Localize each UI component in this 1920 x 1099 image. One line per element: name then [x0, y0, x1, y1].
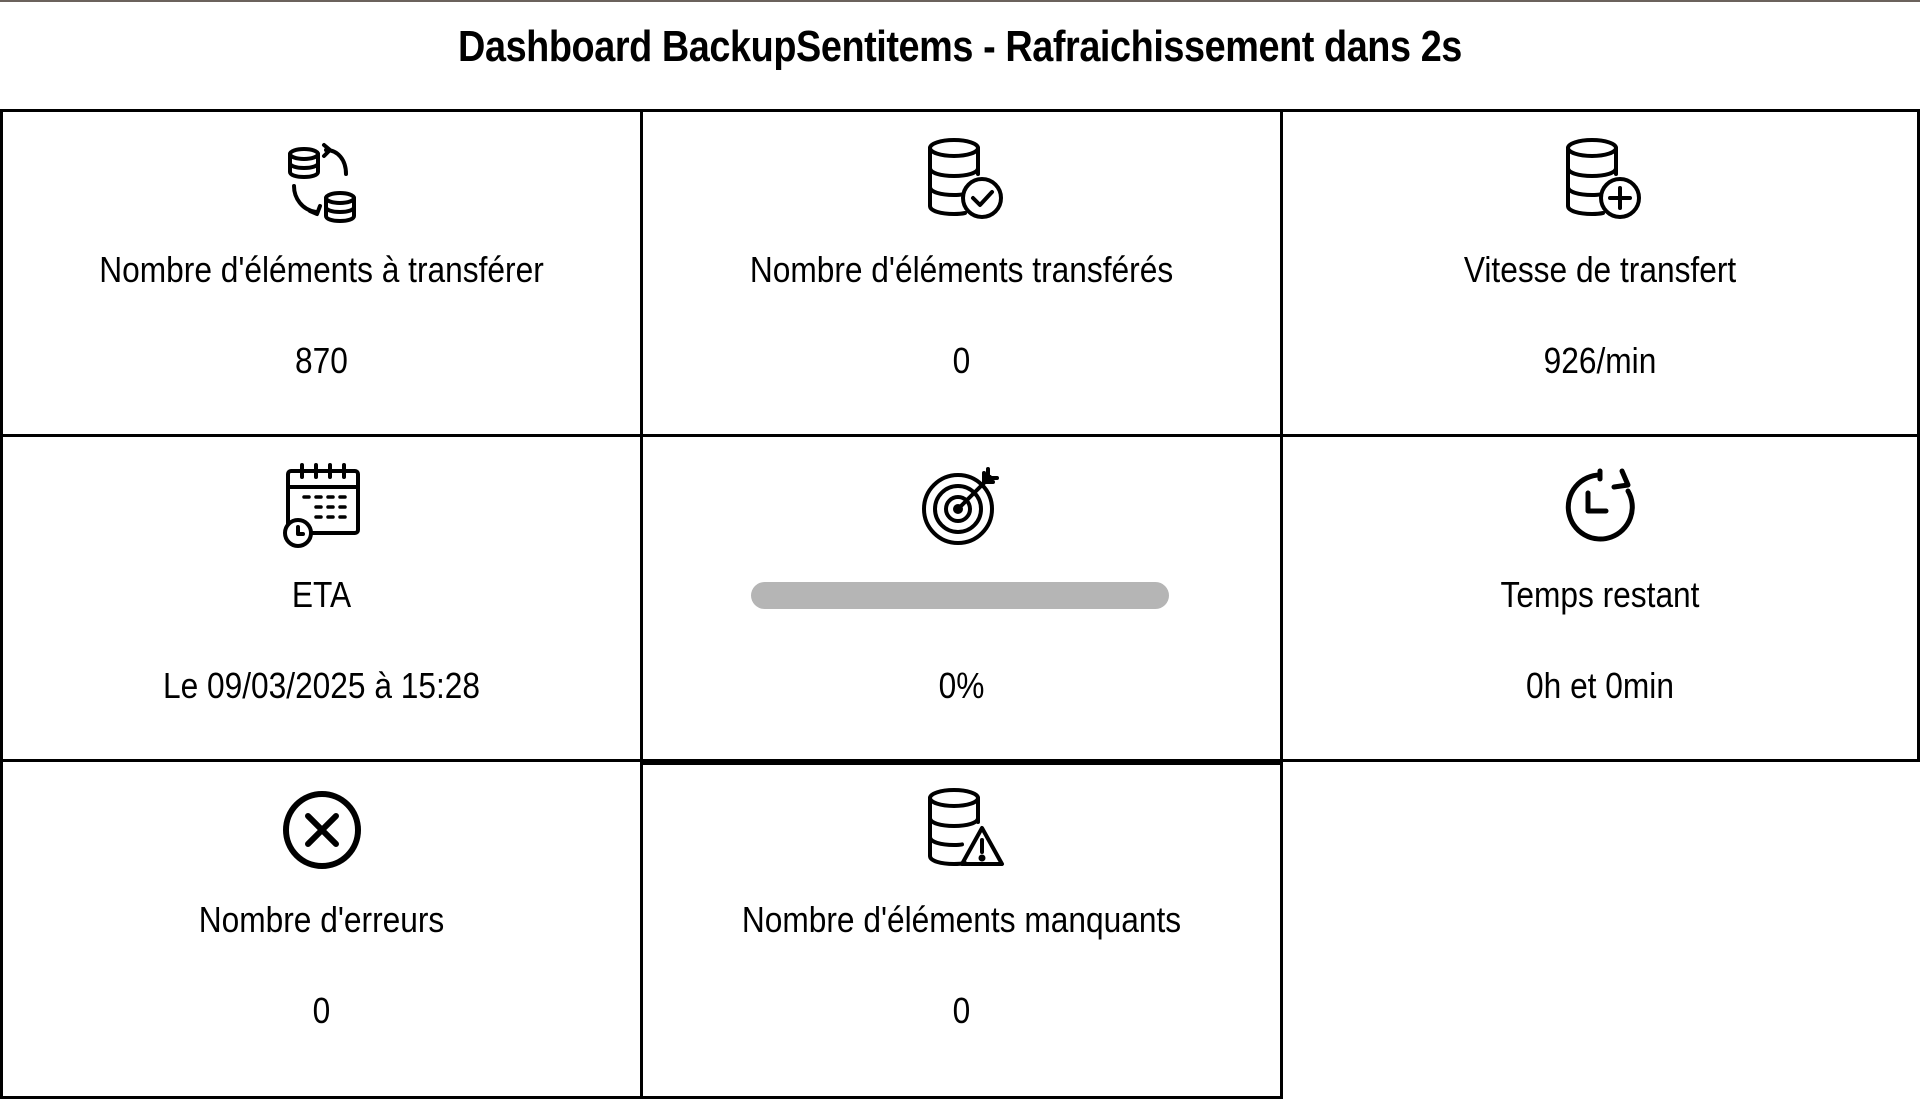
card-value: 926/min	[1543, 340, 1657, 381]
database-add-icon	[1552, 132, 1648, 228]
card-label: Nombre d'éléments à transférer	[99, 249, 544, 290]
progress-bar	[751, 582, 1169, 609]
database-warning-icon	[914, 782, 1010, 878]
card-value: 870	[295, 340, 348, 381]
card-label: ETA	[291, 574, 352, 615]
calendar-clock-icon	[274, 457, 370, 553]
database-check-icon	[914, 132, 1010, 228]
card-errors: Nombre d'erreurs 0	[0, 759, 643, 1099]
card-label: Nombre d'éléments manquants	[741, 899, 1182, 940]
card-label: Vitesse de transfert	[1463, 249, 1737, 290]
page-title: Dashboard BackupSentitems - Rafraichisse…	[458, 22, 1462, 71]
target-icon	[914, 457, 1010, 553]
card-remaining-time: Temps restant 0h et 0min	[1280, 434, 1920, 762]
card-transfer-speed: Vitesse de transfert 926/min	[1280, 109, 1920, 437]
card-value: 0h et 0min	[1526, 665, 1674, 706]
error-x-icon	[274, 782, 370, 878]
timer-icon	[1552, 457, 1648, 553]
card-missing-items: Nombre d'éléments manquants 0	[640, 759, 1283, 1099]
card-eta: ETA Le 09/03/2025 à 15:28	[0, 434, 643, 762]
card-items-to-transfer: Nombre d'éléments à transférer 870	[0, 109, 643, 437]
top-border-line	[0, 0, 1920, 2]
database-transfer-icon	[274, 132, 370, 228]
card-value: 0	[312, 990, 331, 1031]
card-label: Temps restant	[1500, 574, 1700, 615]
card-value: 0	[952, 340, 971, 381]
card-value: 0	[952, 990, 971, 1031]
progress-percent: 0%	[938, 665, 985, 706]
card-value: Le 09/03/2025 à 15:28	[162, 665, 481, 706]
card-items-transferred: Nombre d'éléments transférés 0	[640, 109, 1283, 437]
card-label: Nombre d'erreurs	[198, 899, 445, 940]
card-label: Nombre d'éléments transférés	[749, 249, 1174, 290]
